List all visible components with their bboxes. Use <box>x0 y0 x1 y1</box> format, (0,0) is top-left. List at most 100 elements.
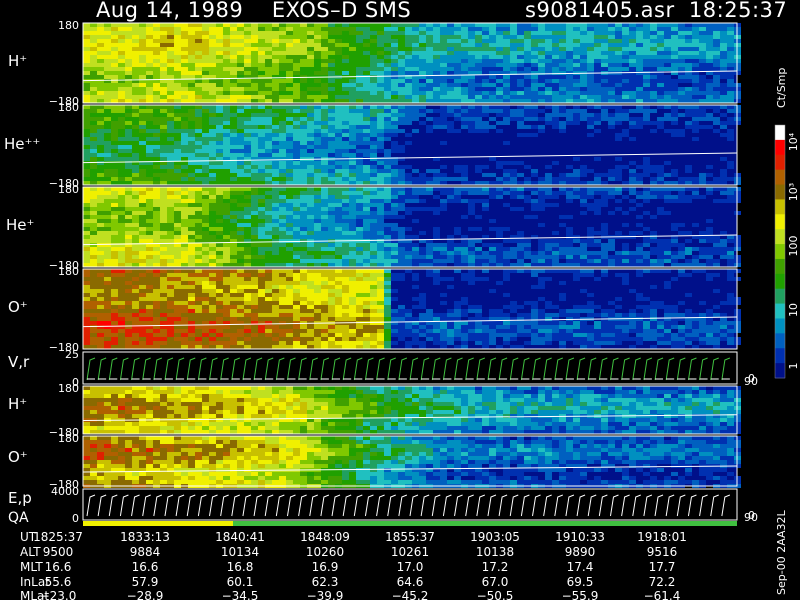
heatmap-cell <box>153 173 160 177</box>
heatmap-cell <box>629 161 636 165</box>
heatmap-cell <box>125 145 132 149</box>
heatmap-cell <box>125 181 132 185</box>
heatmap-cell <box>342 243 349 247</box>
heatmap-cell <box>244 177 251 181</box>
heatmap-cell <box>132 219 139 223</box>
heatmap-cell <box>671 263 678 267</box>
heatmap-cell <box>153 195 160 199</box>
heatmap-cell <box>419 95 426 99</box>
heatmap-cell <box>195 165 202 169</box>
heatmap-cell <box>664 59 671 63</box>
heatmap-cell <box>461 109 468 113</box>
heatmap-cell <box>125 63 132 67</box>
heatmap-cell <box>118 55 125 59</box>
heatmap-cell <box>181 247 188 251</box>
heatmap-cell <box>636 95 643 99</box>
heatmap-cell <box>272 149 279 153</box>
heatmap-cell <box>265 255 272 259</box>
heatmap-cell <box>363 133 370 137</box>
heatmap-cell <box>111 337 118 341</box>
heatmap-cell <box>237 149 244 153</box>
heatmap-cell <box>188 207 195 211</box>
heatmap-cell <box>293 31 300 35</box>
heatmap-cell <box>363 31 370 35</box>
heatmap-cell <box>223 113 230 117</box>
heatmap-cell <box>321 169 328 173</box>
heatmap-cell <box>356 35 363 39</box>
heatmap-cell <box>195 137 202 141</box>
heatmap-cell <box>132 297 139 301</box>
heatmap-cell <box>146 309 153 313</box>
heatmap-cell <box>706 67 713 71</box>
heatmap-cell <box>405 165 412 169</box>
heatmap-cell <box>426 95 433 99</box>
heatmap-cell <box>671 129 678 133</box>
heatmap-cell <box>328 243 335 247</box>
heatmap-cell <box>391 117 398 121</box>
heatmap-cell <box>188 75 195 79</box>
heatmap-cell <box>286 141 293 145</box>
heatmap-cell <box>398 47 405 51</box>
heatmap-cell <box>265 43 272 47</box>
heatmap-cell <box>111 263 118 267</box>
heatmap-cell <box>174 55 181 59</box>
heatmap-cell <box>300 83 307 87</box>
heatmap-cell <box>258 105 265 109</box>
heatmap-cell <box>202 83 209 87</box>
heatmap-cell <box>426 259 433 263</box>
heatmap-cell <box>174 317 181 321</box>
heatmap-cell <box>559 87 566 91</box>
heatmap-cell <box>181 273 188 277</box>
heatmap-cell <box>391 251 398 255</box>
heatmap-cell <box>685 113 692 117</box>
heatmap-cell <box>510 247 517 251</box>
heatmap-cell <box>132 199 139 203</box>
heatmap-cell <box>510 59 517 63</box>
heatmap-cell <box>251 235 258 239</box>
heatmap-cell <box>419 177 426 181</box>
heatmap-cell <box>202 59 209 63</box>
heatmap-cell <box>307 173 314 177</box>
heatmap-cell <box>314 35 321 39</box>
heatmap-cell <box>601 31 608 35</box>
heatmap-cell <box>328 173 335 177</box>
heatmap-cell <box>202 117 209 121</box>
heatmap-cell <box>517 91 524 95</box>
heatmap-cell <box>692 91 699 95</box>
heatmap-cell <box>447 129 454 133</box>
heatmap-cell <box>328 141 335 145</box>
heatmap-cell <box>531 105 538 109</box>
heatmap-cell <box>97 329 104 333</box>
heatmap-cell <box>209 223 216 227</box>
heatmap-cell <box>720 31 727 35</box>
heatmap-cell <box>216 117 223 121</box>
heatmap-cell <box>153 169 160 173</box>
heatmap-cell <box>335 71 342 75</box>
heatmap-cell <box>237 129 244 133</box>
heatmap-cell <box>440 117 447 121</box>
heatmap-cell <box>503 117 510 121</box>
heatmap-cell <box>657 177 664 181</box>
heatmap-cell <box>552 39 559 43</box>
heatmap-cell <box>188 165 195 169</box>
heatmap-cell <box>720 243 727 247</box>
heatmap-cell <box>83 297 90 301</box>
heatmap-cell <box>202 99 209 103</box>
heatmap-cell <box>216 91 223 95</box>
heatmap-cell <box>412 191 419 195</box>
heatmap-cell <box>524 263 531 267</box>
heatmap-cell <box>258 231 265 235</box>
heatmap-cell <box>468 105 475 109</box>
heatmap-cell <box>265 191 272 195</box>
heatmap-cell <box>265 259 272 263</box>
heatmap-cell <box>356 243 363 247</box>
heatmap-cell <box>615 259 622 263</box>
heatmap-cell <box>300 95 307 99</box>
heatmap-cell <box>83 105 90 109</box>
heatmap-cell <box>531 75 538 79</box>
heatmap-cell <box>671 23 678 27</box>
heatmap-cell <box>279 169 286 173</box>
heatmap-cell <box>251 95 258 99</box>
heatmap-cell <box>419 55 426 59</box>
heatmap-cell <box>538 247 545 251</box>
